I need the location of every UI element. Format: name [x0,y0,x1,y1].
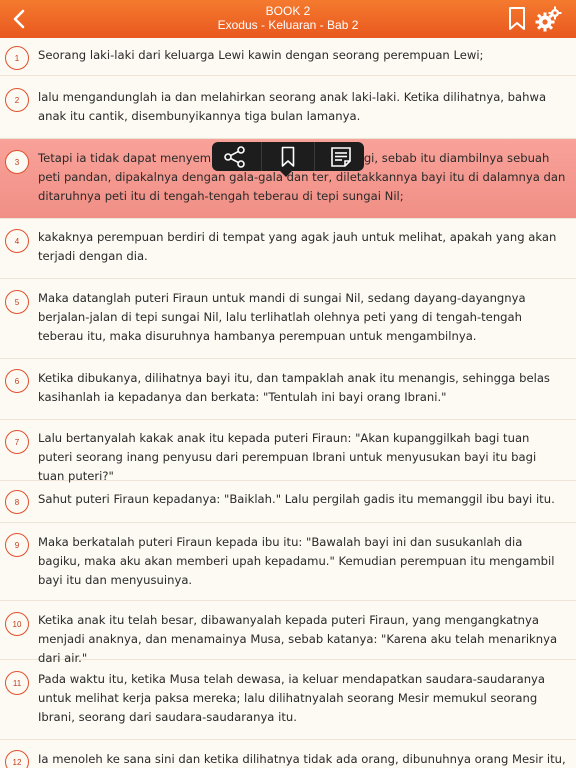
verse-action-popup [212,142,364,177]
book-label: BOOK 2 [265,4,311,18]
gear-icon [535,6,562,32]
note-icon [331,146,351,167]
title-block: BOOK 2 Exodus - Keluaran - Bab 2 [150,4,426,32]
popup-divider [314,142,315,171]
verse-text: Ketika dibukanya, dilihatnya bayi itu, d… [38,371,550,404]
verse-row[interactable]: 5 Maka datanglah puteri Firaun untuk man… [0,279,576,359]
verse-text: kakaknya perempuan berdiri di tempat yan… [38,230,557,263]
verse-text: Sahut puteri Firaun kepadanya: "Baiklah.… [38,492,555,506]
back-button[interactable] [6,6,32,32]
verse-number: 5 [5,290,29,314]
chapter-title: Exodus - Keluaran - Bab 2 [217,18,359,32]
top-bar: BOOK 2 Exodus - Keluaran - Bab 2 [0,0,576,38]
verse-number: 1 [5,46,29,70]
bookmark-verse-button[interactable] [268,142,308,171]
verse-number: 4 [5,229,29,253]
verse-number: 10 [5,612,29,636]
verse-number: 8 [5,490,29,514]
settings-button[interactable] [534,6,562,32]
verse-row[interactable]: 10 Ketika anak itu telah besar, dibawany… [0,601,576,665]
verse-text: Ia menoleh ke sana sini dan ketika dilih… [38,752,566,766]
popup-divider [261,142,262,171]
bookmark-icon [509,7,525,30]
share-icon [224,145,245,168]
bookmark-button[interactable] [508,6,526,32]
verse-number: 12 [5,750,29,768]
verse-text: Pada waktu itu, ketika Musa telah dewasa… [38,672,546,724]
verse-row[interactable]: 9 Maka berkatalah puteri Firaun kepada i… [0,523,576,601]
verse-row[interactable]: 7 Lalu bertanyalah kakak anak itu kepada… [0,420,576,483]
verse-row[interactable]: 4 kakaknya perempuan berdiri di tempat y… [0,219,576,279]
bookmark-icon [281,146,295,167]
verse-row[interactable]: 1 Seorang laki-laki dari keluarga Lewi k… [0,38,576,76]
verse-number: 6 [5,369,29,393]
verse-number: 3 [5,150,29,174]
verse-row[interactable]: 2 lalu mengandunglah ia dan melahirkan s… [0,76,576,139]
verse-number: 9 [5,533,29,557]
share-button[interactable] [215,142,255,171]
verse-row[interactable]: 11 Pada waktu itu, ketika Musa telah dew… [0,660,576,740]
verse-row[interactable]: 12 Ia menoleh ke sana sini dan ketika di… [0,740,576,768]
verse-text: lalu mengandunglah ia dan melahirkan seo… [38,90,547,123]
note-button[interactable] [321,142,361,171]
verse-number: 7 [5,430,29,454]
verse-row[interactable]: 8 Sahut puteri Firaun kepadanya: "Baikla… [0,481,576,523]
verse-text: Maka berkatalah puteri Firaun kepada ibu… [38,535,555,587]
verse-text: Lalu bertanyalah kakak anak itu kepada p… [38,431,537,483]
verse-number: 11 [5,671,29,695]
verse-text: Seorang laki-laki dari keluarga Lewi kaw… [38,48,484,62]
verse-text: Maka datanglah puteri Firaun untuk mandi… [38,291,526,343]
verse-number: 2 [5,88,29,112]
verse-row[interactable]: 6 Ketika dibukanya, dilihatnya bayi itu,… [0,359,576,420]
chevron-left-icon [13,9,25,29]
